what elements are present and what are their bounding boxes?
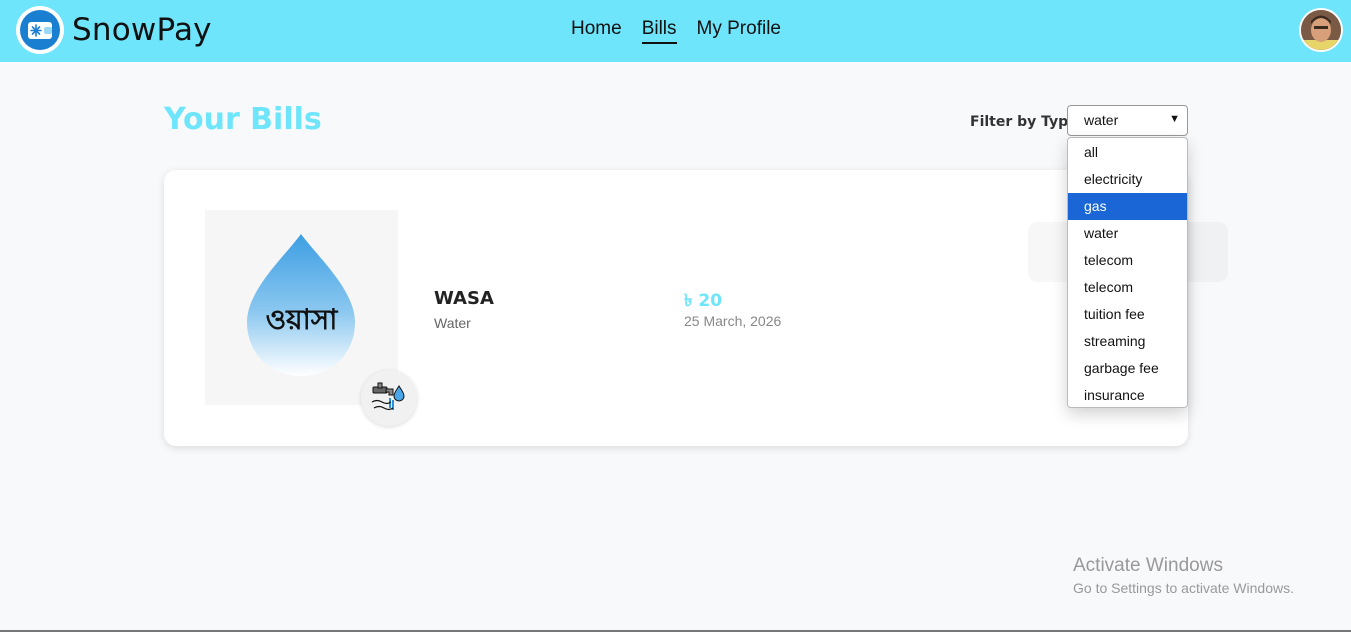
filter-option[interactable]: streaming	[1068, 328, 1187, 355]
filter-selected-value: water	[1084, 112, 1119, 128]
top-navbar: SnowPay Home Bills My Profile	[0, 0, 1351, 62]
biller-name: WASA	[434, 288, 494, 309]
biller-logo-text: ওয়াসা	[265, 303, 338, 336]
bill-card[interactable]: ওয়াসা WASA Water ৳ 20 25 March, 2026	[164, 170, 1188, 446]
chevron-down-icon: ▼	[1169, 113, 1180, 125]
activate-windows-subtitle: Go to Settings to activate Windows.	[1073, 580, 1294, 596]
biller-logo: ওয়াসা	[205, 210, 398, 405]
nav-bills-link[interactable]: Bills	[641, 18, 677, 44]
filter-option[interactable]: water	[1068, 220, 1187, 247]
filter-dropdown-list: all electricity gas water telecom teleco…	[1067, 137, 1188, 408]
biller-type: Water	[434, 315, 471, 331]
filter-option[interactable]: telecom	[1068, 274, 1187, 301]
filter-option[interactable]: tuition fee	[1068, 301, 1187, 328]
filter-option[interactable]: telecom	[1068, 247, 1187, 274]
nav-home-link[interactable]: Home	[571, 18, 622, 44]
filter-option[interactable]: insurance	[1068, 382, 1187, 407]
brand[interactable]: SnowPay	[16, 6, 212, 54]
nav-profile-link[interactable]: My Profile	[697, 18, 781, 44]
filter-option[interactable]: gas	[1068, 193, 1187, 220]
wallet-snowflake-icon	[16, 6, 64, 54]
filter-option[interactable]: all	[1068, 139, 1187, 166]
user-avatar[interactable]	[1299, 8, 1343, 52]
activate-windows-title: Activate Windows	[1073, 555, 1223, 576]
nav-links: Home Bills My Profile	[571, 18, 781, 44]
filter-option[interactable]: garbage fee	[1068, 355, 1187, 382]
page-title: Your Bills	[164, 102, 322, 137]
bill-due-date: 25 March, 2026	[684, 313, 782, 329]
water-tap-icon	[361, 370, 417, 426]
filter-option[interactable]: electricity	[1068, 166, 1187, 193]
brand-name: SnowPay	[72, 12, 212, 48]
filter-type-select[interactable]: water ▼	[1067, 105, 1188, 136]
bill-amount: ৳ 20	[684, 291, 723, 311]
